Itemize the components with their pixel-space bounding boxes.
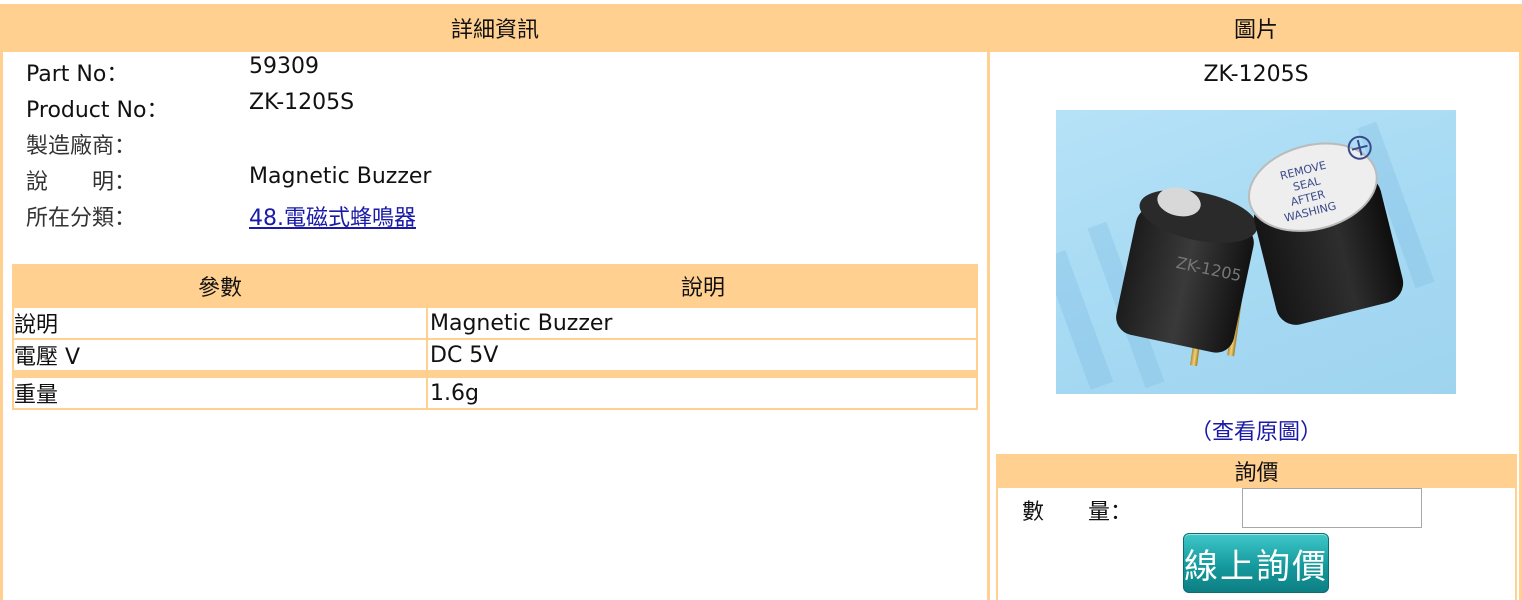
table-row: 1.6g bbox=[428, 378, 976, 408]
quantity-label: 數 量： bbox=[1022, 500, 1133, 525]
picture-product-name: ZK-1205S bbox=[1203, 62, 1309, 87]
online-quote-button[interactable]: 線上詢價 bbox=[1183, 533, 1329, 593]
manufacturer-label: 製造廠商： bbox=[26, 134, 137, 159]
table-row: 重量 bbox=[12, 378, 426, 408]
quantity-input[interactable] bbox=[1242, 488, 1422, 528]
table-row: Magnetic Buzzer bbox=[428, 308, 976, 338]
detail-row-description: 說 明： Magnetic Buzzer bbox=[26, 164, 976, 195]
table-row: DC 5V bbox=[428, 340, 976, 370]
params-header-param-label: 參數 bbox=[197, 276, 242, 301]
param-name-cell: 電壓 V bbox=[14, 345, 81, 370]
product-no-value: ZK-1205S bbox=[249, 90, 355, 115]
buzzer-illustration: ZK-1205 REMOVE SEAL AFTER WASHING bbox=[1056, 121, 1435, 390]
detail-row-part-no: Part No： 59309 bbox=[26, 54, 976, 87]
category-label: 所在分類： bbox=[26, 206, 137, 231]
detail-row-product-no: Product No： ZK-1205S bbox=[26, 90, 976, 123]
view-original-link[interactable]: （查看原圖） bbox=[990, 414, 1522, 445]
param-name-cell: 說明 bbox=[14, 313, 59, 338]
category-value: 48.電磁式蜂鳴器 bbox=[249, 200, 416, 232]
params-header-desc-label: 說明 bbox=[680, 276, 725, 301]
param-value-cell: DC 5V bbox=[430, 342, 499, 368]
column-divider bbox=[987, 50, 990, 600]
inquiry-header-label: 詢價 bbox=[1234, 461, 1279, 486]
detail-row-manufacturer: 製造廠商： bbox=[26, 128, 976, 159]
param-value-cell: Magnetic Buzzer bbox=[430, 310, 613, 336]
detail-row-category: 所在分類： 48.電磁式蜂鳴器 bbox=[26, 200, 976, 232]
params-header-desc: 說明 bbox=[428, 264, 978, 308]
table-row: 說明 bbox=[12, 308, 426, 338]
inquiry-header: 詢價 bbox=[996, 454, 1517, 488]
description-label: 說 明： bbox=[26, 170, 137, 195]
picture-header-label: 圖片 bbox=[1233, 18, 1278, 43]
detail-header-label: 詳細資訊 bbox=[450, 18, 539, 43]
description-value: Magnetic Buzzer bbox=[249, 164, 432, 189]
param-name-cell: 重量 bbox=[14, 383, 59, 408]
product-image[interactable]: ZK-1205 REMOVE SEAL AFTER WASHING bbox=[1056, 110, 1456, 394]
category-link[interactable]: 48.電磁式蜂鳴器 bbox=[249, 206, 416, 231]
product-no-label: Product No： bbox=[26, 98, 169, 123]
params-header-param: 參數 bbox=[12, 264, 428, 308]
picture-header: 圖片 bbox=[990, 4, 1522, 52]
table-row: 電壓 V bbox=[12, 340, 426, 370]
left-frame-border bbox=[0, 4, 3, 600]
online-quote-label: 線上詢價 bbox=[1184, 546, 1328, 587]
params-header-row: 參數 說明 bbox=[12, 264, 978, 308]
detail-header: 詳細資訊 bbox=[0, 4, 990, 52]
part-no-label: Part No： bbox=[26, 62, 129, 87]
params-row-divider-2 bbox=[12, 370, 978, 378]
part-no-value: 59309 bbox=[249, 54, 319, 79]
param-value-cell: 1.6g bbox=[430, 380, 479, 406]
